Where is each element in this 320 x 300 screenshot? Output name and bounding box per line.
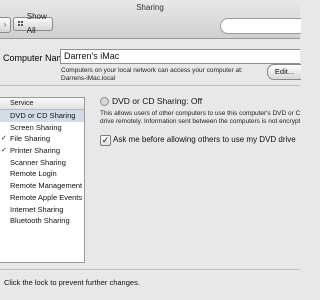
title-bar: Sharing › Show All: [0, 0, 301, 39]
checkmark-icon: ✓: [1, 147, 7, 155]
grid-icon: [18, 20, 24, 28]
lock-status-text: Click the lock to prevent further change…: [4, 278, 140, 287]
service-item-label: Remote Apple Events: [10, 192, 83, 202]
service-item-label: File Sharing: [10, 134, 51, 144]
service-status-label: DVD or CD Sharing: Off: [112, 96, 203, 106]
status-indicator-icon: [100, 97, 109, 106]
service-item-label: Scanner Sharing: [10, 157, 66, 167]
service-item-label: DVD or CD Sharing: [10, 111, 76, 120]
service-item-label: Printer Sharing: [10, 146, 61, 156]
service-description-line1: This allows users of other computers to …: [100, 110, 300, 117]
service-item-label: Remote Login: [10, 169, 57, 179]
service-item-scanner-sharing[interactable]: Scanner Sharing: [0, 157, 84, 169]
computer-name-note: Computers on your local network can acce…: [61, 67, 243, 83]
show-all-label: Show All: [26, 12, 47, 35]
search-field[interactable]: [220, 18, 301, 34]
service-item-dvd-cd-sharing[interactable]: DVD or CD Sharing: [0, 110, 84, 122]
edit-button[interactable]: Edit...: [267, 64, 301, 80]
service-item-label: Internet Sharing: [10, 204, 64, 214]
footer-divider: [0, 269, 300, 270]
service-item-label: Bluetooth Sharing: [10, 216, 70, 226]
computer-note-line1: Computers on your local network can acce…: [61, 67, 243, 74]
service-description-line2: drive remotely. Information sent between…: [100, 118, 300, 125]
show-all-button[interactable]: Show All: [13, 12, 53, 35]
service-item-remote-apple-events[interactable]: Remote Apple Events: [0, 192, 84, 204]
service-column-header[interactable]: Service: [0, 98, 84, 110]
chevron-right-icon: ›: [3, 20, 7, 29]
checkmark-icon: ✓: [101, 135, 110, 145]
service-item-label: Screen Sharing: [10, 122, 62, 132]
service-description: This allows users of other computers to …: [100, 110, 300, 126]
computer-name-input[interactable]: Darren's iMac: [60, 49, 300, 64]
service-item-screen-sharing[interactable]: Screen Sharing: [0, 122, 84, 134]
service-item-remote-management[interactable]: Remote Management: [0, 180, 84, 192]
service-item-file-sharing[interactable]: ✓ File Sharing: [0, 133, 84, 145]
computer-local-address: Darrens-iMac.local: [61, 75, 116, 82]
service-item-internet-sharing[interactable]: Internet Sharing: [0, 204, 84, 216]
ask-before-allowing-label[interactable]: Ask me before allowing others to use my …: [113, 135, 296, 144]
ask-before-allowing-checkbox[interactable]: ✓: [100, 135, 111, 146]
service-item-remote-login[interactable]: Remote Login: [0, 168, 84, 180]
service-list: Service DVD or CD Sharing Screen Sharing…: [0, 97, 85, 263]
service-item-printer-sharing[interactable]: ✓ Printer Sharing: [0, 145, 84, 157]
section-divider: [0, 85, 300, 86]
forward-button[interactable]: ›: [0, 17, 11, 33]
service-item-bluetooth-sharing[interactable]: Bluetooth Sharing: [0, 215, 84, 227]
checkmark-icon: ✓: [1, 135, 7, 143]
service-item-label: Remote Management: [10, 181, 83, 191]
